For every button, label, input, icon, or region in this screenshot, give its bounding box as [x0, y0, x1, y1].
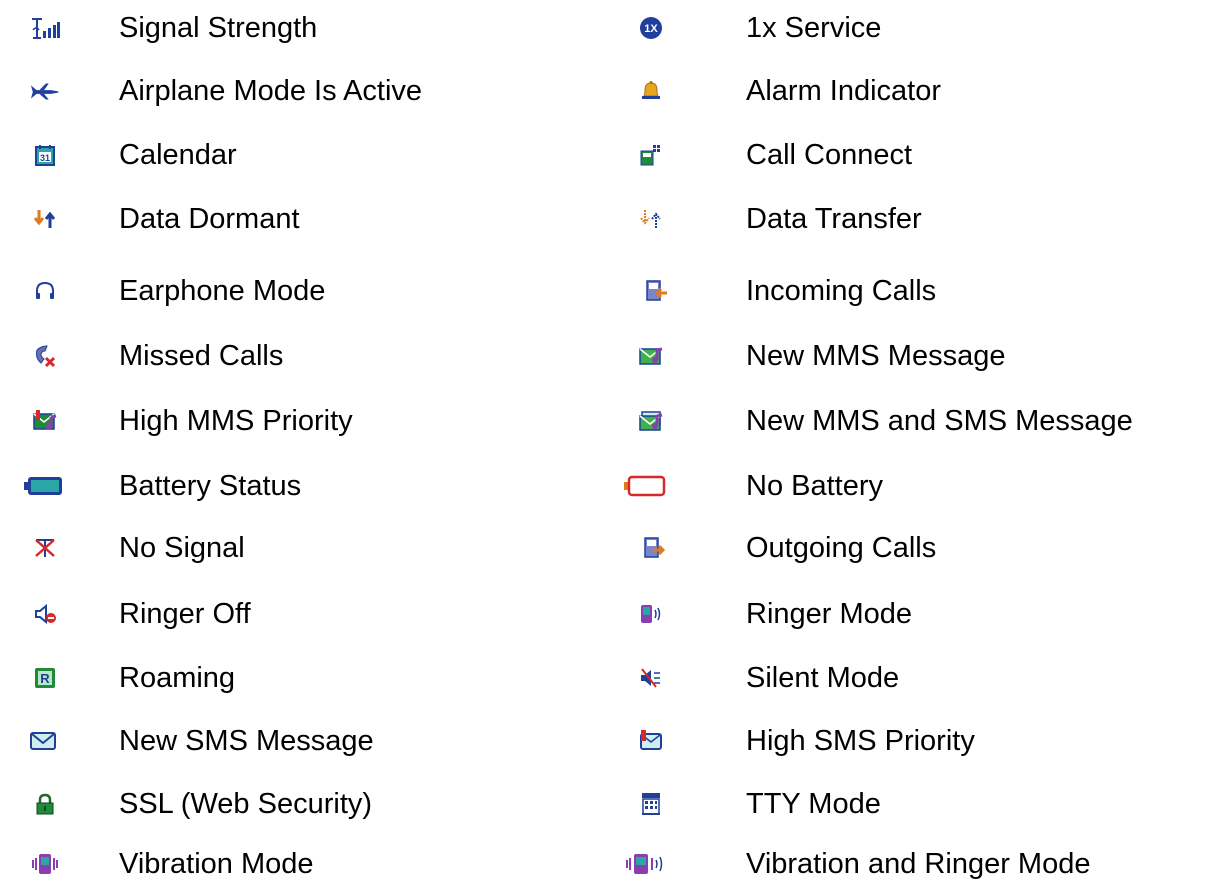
roaming-icon: R — [30, 663, 60, 693]
item-label: Earphone Mode — [119, 275, 326, 307]
item-label: Calendar — [119, 139, 237, 171]
data-dormant-icon — [30, 204, 60, 234]
item-label: No Battery — [746, 470, 883, 502]
ringer-mode-icon — [636, 599, 666, 629]
item-label: Vibration and Ringer Mode — [746, 848, 1091, 880]
airplane-icon — [30, 76, 60, 106]
item-label: Missed Calls — [119, 340, 284, 372]
item-label: Alarm Indicator — [746, 75, 942, 107]
svg-text:1X: 1X — [644, 23, 658, 35]
new-mms-icon — [636, 341, 666, 371]
calendar-icon: 31 — [30, 140, 60, 170]
item-label: Signal Strength — [119, 12, 318, 44]
item-label: Call Connect — [746, 139, 913, 171]
battery-status-icon — [24, 471, 64, 501]
item-label: Outgoing Calls — [746, 532, 937, 564]
item-label: Battery Status — [119, 470, 302, 502]
earphone-icon — [30, 276, 60, 306]
item-label: High SMS Priority — [746, 725, 975, 757]
incoming-calls-icon — [642, 276, 672, 306]
new-mms-sms-icon — [636, 406, 666, 436]
item-label: Ringer Off — [119, 598, 251, 630]
no-battery-icon — [624, 471, 666, 501]
tty-icon — [636, 789, 666, 819]
missed-calls-icon — [30, 341, 60, 371]
item-label: SSL (Web Security) — [119, 788, 373, 820]
item-label: Incoming Calls — [746, 275, 937, 307]
vibration-ringer-icon — [626, 849, 666, 879]
item-label: High MMS Priority — [119, 405, 353, 437]
svg-text:31: 31 — [40, 153, 50, 163]
item-label: Data Dormant — [119, 203, 300, 235]
item-label: Roaming — [119, 662, 236, 694]
data-transfer-icon — [636, 204, 666, 234]
item-label: Silent Mode — [746, 662, 900, 694]
outgoing-calls-icon — [640, 533, 670, 563]
alarm-bell-icon — [636, 76, 666, 106]
sms-envelope-icon — [28, 726, 58, 756]
item-label: 1x Service — [746, 12, 882, 44]
item-label: New SMS Message — [119, 725, 374, 757]
item-label: New MMS and SMS Message — [746, 405, 1133, 437]
item-label: TTY Mode — [746, 788, 881, 820]
item-label: Airplane Mode Is Active — [119, 75, 423, 107]
high-mms-priority-icon — [30, 406, 60, 436]
1x-service-icon: 1X — [636, 13, 666, 43]
item-label: Ringer Mode — [746, 598, 913, 630]
no-signal-icon — [30, 533, 60, 563]
call-connect-icon — [636, 140, 666, 170]
svg-text:R: R — [40, 671, 50, 686]
padlock-icon — [30, 789, 60, 819]
vibration-icon — [30, 849, 60, 879]
item-label: Data Transfer — [746, 203, 922, 235]
signal-strength-icon — [30, 13, 60, 43]
item-label: New MMS Message — [746, 340, 1006, 372]
item-label: Vibration Mode — [119, 848, 314, 880]
item-label: No Signal — [119, 532, 245, 564]
high-sms-priority-icon — [636, 726, 666, 756]
silent-mode-icon — [636, 663, 666, 693]
ringer-off-icon — [30, 599, 60, 629]
